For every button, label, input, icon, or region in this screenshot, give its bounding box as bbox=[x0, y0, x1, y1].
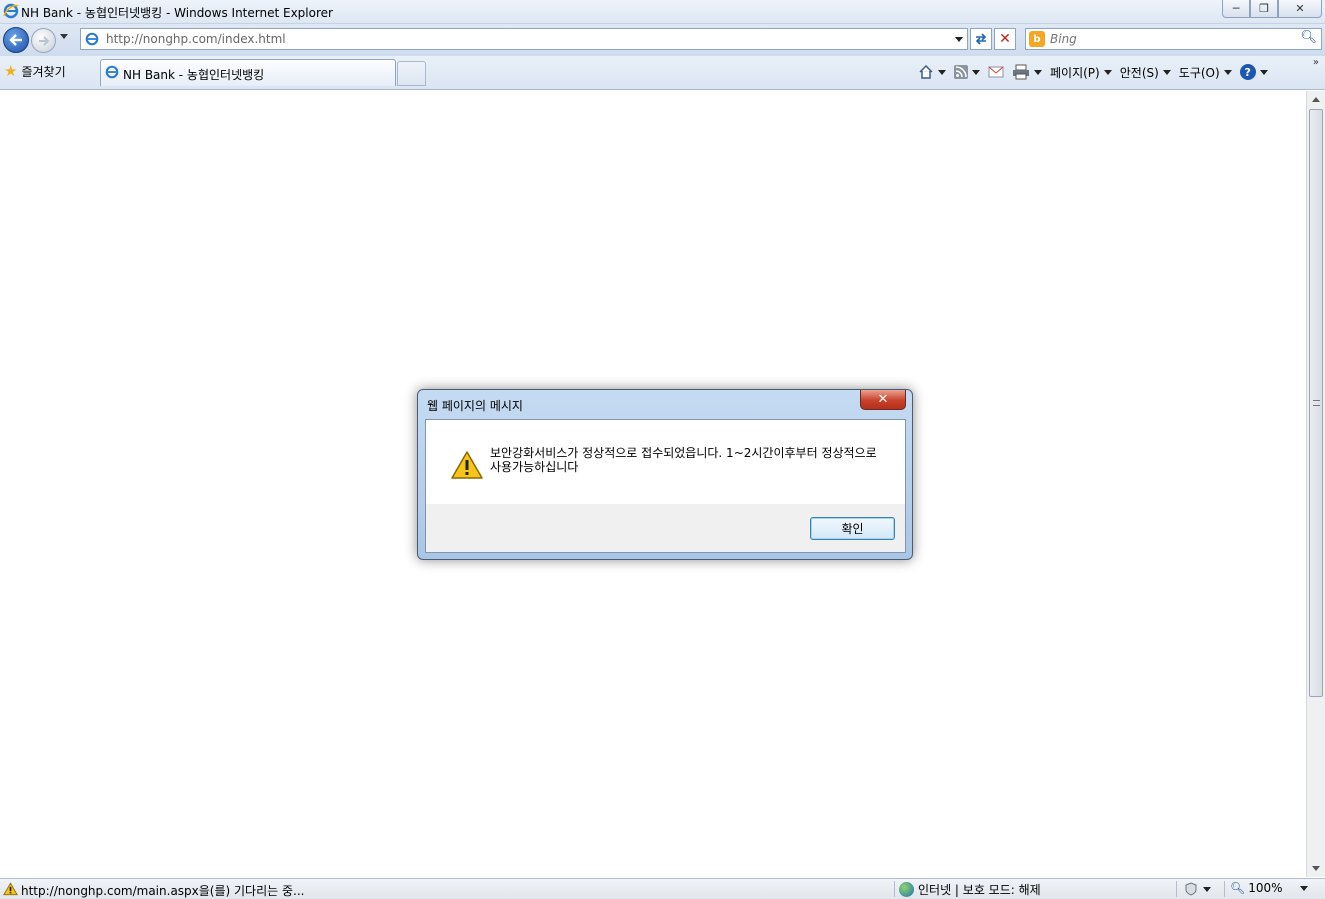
favorites-label: 즐겨찾기 bbox=[21, 64, 66, 79]
compatibility-refresh-button[interactable] bbox=[970, 28, 992, 50]
scroll-up-icon[interactable] bbox=[1312, 97, 1320, 102]
title-bar: NH Bank - 농협인터넷뱅킹 - Windows Internet Exp… bbox=[0, 0, 1325, 24]
recent-pages-dropdown[interactable] bbox=[60, 34, 68, 39]
help-dropdown-icon bbox=[1259, 69, 1268, 75]
page-menu[interactable]: 페이지(P) bbox=[1050, 64, 1112, 81]
home-icon bbox=[919, 64, 933, 79]
search-box[interactable]: b 🔍︎ bbox=[1025, 28, 1322, 50]
print-button[interactable] bbox=[1012, 64, 1042, 80]
home-button[interactable] bbox=[918, 64, 946, 80]
address-text[interactable]: http://nonghp.com/index.html bbox=[106, 32, 286, 46]
page-dropdown-icon bbox=[1103, 69, 1112, 75]
close-icon: ✕ bbox=[1295, 2, 1305, 15]
zoom-dropdown-icon bbox=[1299, 885, 1308, 891]
zone-text: 인터넷 | 보호 모드: 해제 bbox=[918, 883, 1041, 897]
status-bar: http://nonghp.com/main.aspx을(를) 기다리는 중..… bbox=[0, 878, 1325, 899]
command-buttons: 페이지(P) 안전(S) 도구(O) ? bbox=[918, 62, 1276, 82]
print-dropdown-icon[interactable] bbox=[1034, 69, 1042, 75]
vertical-scrollbar[interactable] bbox=[1306, 91, 1325, 877]
mail-icon bbox=[988, 66, 1004, 78]
status-warning-icon bbox=[3, 882, 18, 899]
read-mail-button[interactable] bbox=[988, 66, 1004, 78]
tools-menu-label: 도구(O) bbox=[1178, 65, 1220, 80]
window-controls: ─ ❐ ✕ bbox=[1222, 0, 1322, 18]
feeds-dropdown-icon[interactable] bbox=[972, 69, 980, 75]
dialog-footer: 확인 bbox=[426, 504, 905, 552]
page-menu-label: 페이지(P) bbox=[1050, 65, 1100, 80]
home-dropdown-icon[interactable] bbox=[938, 69, 946, 75]
favorites-button[interactable]: ★ 즐겨찾기 bbox=[4, 62, 66, 80]
scroll-thumb[interactable] bbox=[1309, 109, 1323, 697]
tools-dropdown-icon bbox=[1223, 69, 1232, 75]
safety-menu-label: 안전(S) bbox=[1119, 65, 1159, 80]
minimize-icon: ─ bbox=[1232, 2, 1240, 15]
address-bar[interactable]: http://nonghp.com/index.html bbox=[80, 28, 968, 50]
minimize-button[interactable]: ─ bbox=[1222, 0, 1250, 18]
tools-menu[interactable]: 도구(O) bbox=[1179, 64, 1232, 81]
printer-icon bbox=[1013, 64, 1029, 80]
feeds-button[interactable] bbox=[954, 65, 980, 79]
restore-icon: ❐ bbox=[1259, 2, 1269, 15]
status-divider bbox=[1224, 881, 1225, 897]
protected-dropdown-icon bbox=[1203, 886, 1211, 892]
back-arrow-icon bbox=[9, 34, 22, 46]
tab-nh-bank[interactable]: NH Bank - 농협인터넷뱅킹 bbox=[100, 59, 396, 86]
zoom-text: 100% bbox=[1248, 881, 1283, 895]
zoom-icon: 🔍︎ bbox=[1230, 881, 1246, 895]
alert-dialog: 웹 페이지의 메시지 ✕ 보안강화서비스가 정상적으로 접수되었읍니다. 1~2… bbox=[417, 389, 913, 560]
ok-button[interactable]: 확인 bbox=[810, 517, 895, 540]
security-zone[interactable]: 인터넷 | 보호 모드: 해제 bbox=[899, 881, 1041, 898]
search-input[interactable] bbox=[1050, 31, 1300, 47]
safety-menu[interactable]: 안전(S) bbox=[1120, 64, 1171, 81]
close-window-button[interactable]: ✕ bbox=[1278, 0, 1322, 18]
help-icon: ? bbox=[1239, 64, 1256, 80]
stop-button[interactable]: ✕ bbox=[994, 28, 1016, 50]
search-icon[interactable]: 🔍︎ bbox=[1300, 30, 1317, 45]
protected-mode-button[interactable] bbox=[1183, 881, 1211, 897]
ie-logo-icon bbox=[3, 3, 19, 22]
status-text: http://nonghp.com/main.aspx을(를) 기다리는 중..… bbox=[21, 884, 305, 898]
command-bar: ★ 즐겨찾기 NH Bank - 농협인터넷뱅킹 페이지(P) 안전(S) 도구… bbox=[0, 56, 1325, 90]
help-button[interactable]: ? bbox=[1239, 64, 1268, 80]
close-icon: ✕ bbox=[877, 392, 889, 407]
new-tab-button[interactable] bbox=[397, 61, 426, 86]
navigation-bar: http://nonghp.com/index.html ✕ b 🔍︎ bbox=[0, 24, 1325, 56]
status-divider bbox=[1176, 881, 1177, 897]
rss-icon bbox=[954, 65, 968, 79]
bing-icon: b bbox=[1029, 31, 1045, 47]
dialog-close-button[interactable]: ✕ bbox=[860, 390, 906, 410]
status-divider bbox=[894, 881, 895, 897]
tab-ie-icon bbox=[105, 65, 119, 82]
zoom-button[interactable]: 🔍︎ 100% bbox=[1230, 881, 1308, 895]
maximize-button[interactable]: ❐ bbox=[1250, 0, 1278, 18]
page-ie-icon bbox=[85, 32, 99, 49]
forward-arrow-icon bbox=[38, 35, 49, 46]
window-title: NH Bank - 농협인터넷뱅킹 - Windows Internet Exp… bbox=[21, 6, 333, 20]
back-button[interactable] bbox=[3, 27, 29, 53]
dialog-title: 웹 페이지의 메시지 bbox=[427, 399, 523, 413]
chevron-more-icon[interactable]: » bbox=[1313, 57, 1319, 68]
globe-icon bbox=[899, 882, 914, 897]
star-icon: ★ bbox=[4, 62, 18, 80]
safety-dropdown-icon bbox=[1162, 69, 1171, 75]
scroll-down-icon[interactable] bbox=[1312, 866, 1320, 871]
tab-label: NH Bank - 농협인터넷뱅킹 bbox=[123, 68, 265, 82]
dialog-message: 보안강화서비스가 정상적으로 접수되었읍니다. 1~2시간이후부터 정상적으로 … bbox=[490, 446, 877, 474]
refresh-icon bbox=[975, 33, 987, 45]
stop-icon: ✕ bbox=[999, 31, 1011, 47]
address-dropdown-icon[interactable] bbox=[955, 37, 963, 42]
grip-icon bbox=[1313, 400, 1320, 406]
dialog-body: 보안강화서비스가 정상적으로 접수되었읍니다. 1~2시간이후부터 정상적으로 … bbox=[425, 419, 906, 553]
warning-icon bbox=[450, 450, 484, 483]
forward-button[interactable] bbox=[31, 28, 56, 53]
shield-icon bbox=[1185, 882, 1197, 896]
